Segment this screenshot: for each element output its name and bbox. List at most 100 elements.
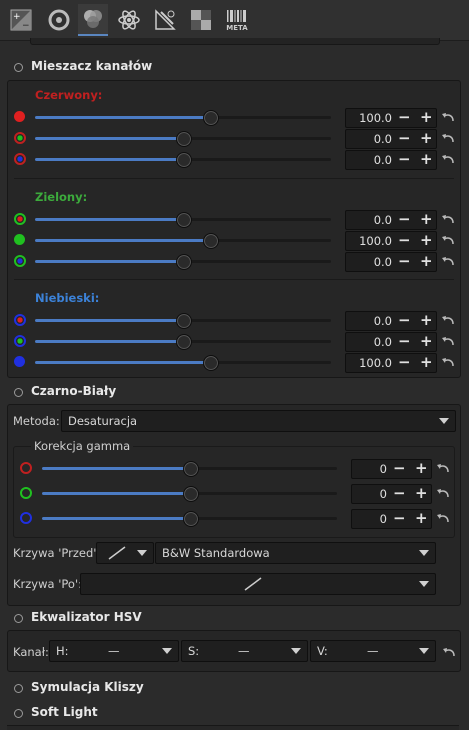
- value-text: 100.0: [359, 111, 392, 125]
- slider-track[interactable]: [35, 361, 331, 364]
- plus-button[interactable]: +: [420, 231, 433, 249]
- minus-button[interactable]: −: [398, 210, 411, 228]
- value-field[interactable]: 0.0 − +: [345, 150, 437, 170]
- transform-tab[interactable]: [150, 4, 180, 36]
- reset-icon[interactable]: [441, 212, 455, 226]
- value-field[interactable]: 0 − +: [351, 509, 432, 529]
- reset-icon[interactable]: [441, 152, 455, 166]
- transform-tab-icon: [155, 9, 176, 30]
- section-title: Ekwalizator HSV: [31, 610, 142, 624]
- hsv-header[interactable]: Ekwalizator HSV: [0, 607, 469, 629]
- plus-button[interactable]: +: [420, 108, 433, 126]
- slider-handle[interactable]: [176, 152, 192, 168]
- bw-header[interactable]: Czarno-Biały: [0, 381, 469, 403]
- minus-button[interactable]: −: [393, 509, 406, 527]
- reset-icon[interactable]: [441, 254, 455, 268]
- minus-button[interactable]: −: [393, 484, 406, 502]
- section-title: Symulacja Kliszy: [31, 680, 144, 694]
- minus-button[interactable]: −: [398, 332, 411, 350]
- slider-handle[interactable]: [183, 486, 199, 502]
- minus-button[interactable]: −: [398, 353, 411, 371]
- slider-handle[interactable]: [176, 254, 192, 270]
- chevron-down-icon: [439, 418, 449, 424]
- value-field[interactable]: 0.0 − +: [345, 311, 437, 331]
- value-field[interactable]: 0.0 − +: [345, 210, 437, 230]
- slider-handle[interactable]: [176, 313, 192, 329]
- color-tab[interactable]: [78, 4, 108, 36]
- plus-button[interactable]: +: [420, 353, 433, 371]
- plus-button[interactable]: +: [415, 509, 428, 527]
- value-field[interactable]: 0.0 − +: [345, 252, 437, 272]
- reset-icon[interactable]: [441, 355, 455, 369]
- advanced-tab[interactable]: [114, 4, 144, 36]
- metadata-tab[interactable]: META: [222, 4, 252, 36]
- method-select[interactable]: Desaturacja: [61, 410, 456, 432]
- v-curve-select[interactable]: V: —: [310, 640, 436, 662]
- channel-dot-icon: [14, 356, 25, 367]
- soft-light-header[interactable]: Soft Light: [0, 702, 469, 724]
- plus-button[interactable]: +: [420, 311, 433, 329]
- reset-icon[interactable]: [441, 110, 455, 124]
- channel-mix-dot-icon: [14, 132, 26, 144]
- minus-button[interactable]: −: [398, 150, 411, 168]
- plus-button[interactable]: +: [420, 210, 433, 228]
- slider-track[interactable]: [35, 116, 331, 119]
- channel-mixer-header[interactable]: Mieszacz kanałów: [0, 56, 469, 78]
- value-field[interactable]: 100.0 − +: [345, 108, 437, 128]
- detail-tab[interactable]: [44, 4, 74, 36]
- reset-icon[interactable]: [441, 334, 455, 348]
- collapse-bullet-icon: [14, 614, 23, 623]
- film-sim-header[interactable]: Symulacja Kliszy: [0, 677, 469, 699]
- curve-before-preset-select[interactable]: B&W Standardowa: [155, 542, 436, 564]
- plus-button[interactable]: +: [420, 332, 433, 350]
- slider-handle[interactable]: [203, 233, 219, 249]
- plus-button[interactable]: +: [415, 459, 428, 477]
- value-field[interactable]: 100.0 − +: [345, 353, 437, 373]
- minus-button[interactable]: −: [398, 311, 411, 329]
- slider-handle[interactable]: [176, 212, 192, 228]
- slider-handle[interactable]: [176, 131, 192, 147]
- minus-button[interactable]: −: [393, 459, 406, 477]
- minus-button[interactable]: −: [398, 129, 411, 147]
- curve-before-type-select[interactable]: [96, 542, 154, 564]
- reset-icon[interactable]: [442, 645, 456, 659]
- group-divider: [14, 279, 454, 280]
- minus-button[interactable]: −: [398, 252, 411, 270]
- reset-icon[interactable]: [436, 461, 450, 475]
- slider-handle[interactable]: [183, 461, 199, 477]
- slider-handle[interactable]: [203, 355, 219, 371]
- plus-button[interactable]: +: [420, 252, 433, 270]
- reset-icon[interactable]: [441, 313, 455, 327]
- reset-icon[interactable]: [436, 486, 450, 500]
- raw-tab[interactable]: [186, 4, 216, 36]
- slider-track[interactable]: [35, 239, 331, 242]
- value-field[interactable]: 0.0 − +: [345, 129, 437, 149]
- group-label: Niebieski:: [35, 291, 100, 305]
- exposure-tab[interactable]: + −: [6, 4, 36, 36]
- plus-button[interactable]: +: [415, 484, 428, 502]
- minus-button[interactable]: −: [398, 108, 411, 126]
- channel-mix-dot-icon: [14, 255, 26, 267]
- channel-ring-icon: [20, 512, 32, 524]
- slider-handle[interactable]: [203, 110, 219, 126]
- plus-button[interactable]: +: [420, 150, 433, 168]
- h-curve-select[interactable]: H: —: [49, 640, 179, 662]
- reset-icon[interactable]: [441, 131, 455, 145]
- slider-handle[interactable]: [183, 511, 199, 527]
- plus-button[interactable]: +: [420, 129, 433, 147]
- slider-handle[interactable]: [176, 334, 192, 350]
- value-field[interactable]: 0.0 − +: [345, 332, 437, 352]
- slider-fill: [35, 137, 183, 140]
- reset-icon[interactable]: [441, 233, 455, 247]
- curve-after-label: Krzywa 'Po':: [13, 577, 82, 591]
- s-curve-select[interactable]: S: —: [181, 640, 308, 662]
- h-label: H:: [56, 644, 69, 658]
- reset-icon[interactable]: [436, 511, 450, 525]
- slider-fill: [42, 467, 190, 470]
- value-field[interactable]: 100.0 − +: [345, 231, 437, 251]
- v-dash: —: [367, 644, 379, 658]
- curve-after-select[interactable]: [80, 573, 436, 595]
- minus-button[interactable]: −: [398, 231, 411, 249]
- value-field[interactable]: 0 − +: [351, 484, 432, 504]
- value-field[interactable]: 0 − +: [351, 459, 432, 479]
